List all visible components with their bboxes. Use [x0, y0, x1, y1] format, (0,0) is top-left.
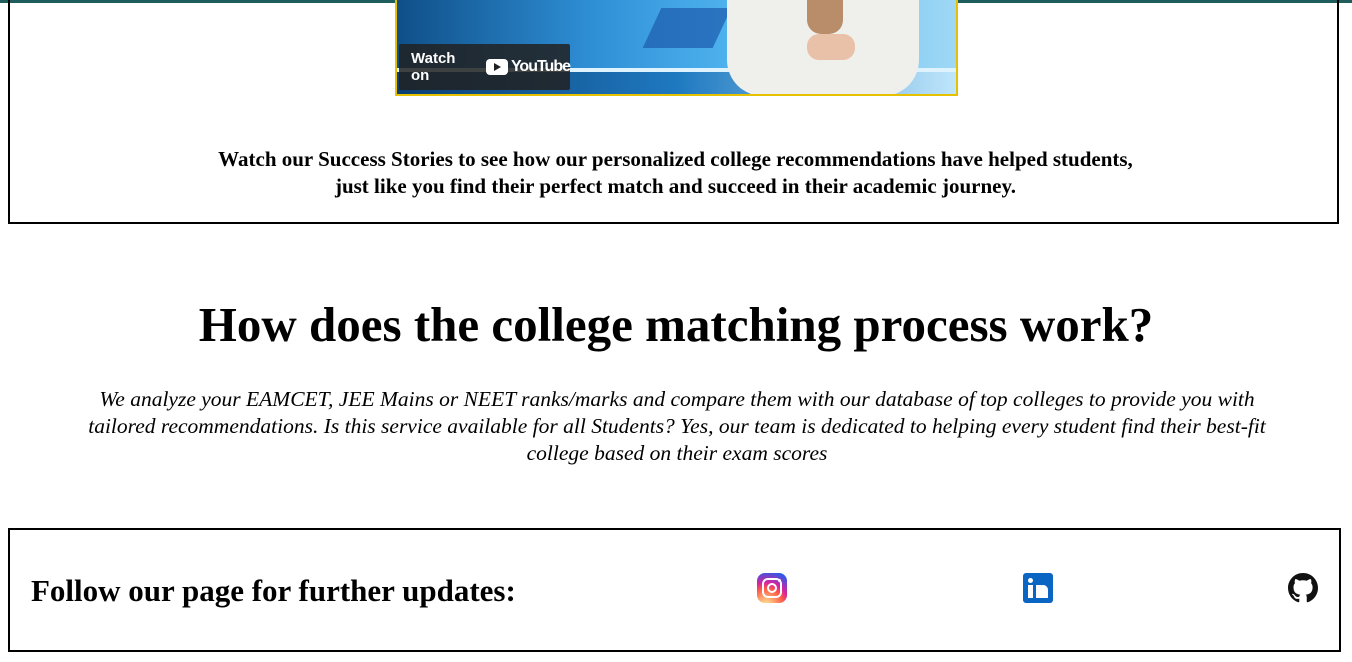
- caption-line-2: just like you find their perfect match a…: [334, 174, 1017, 198]
- linkedin-icon-n-right: [1043, 590, 1048, 598]
- process-description: We analyze your EAMCET, JEE Mains or NEE…: [12, 386, 1342, 467]
- success-stories-section: Watch on YouTube Watch our Success Stori…: [8, 0, 1339, 224]
- github-icon: [1288, 573, 1320, 603]
- instagram-icon-lens: [767, 583, 777, 593]
- linkedin-link[interactable]: [1023, 573, 1055, 605]
- instagram-icon: [757, 573, 787, 603]
- video-background-shape: [642, 8, 732, 48]
- linkedin-icon-bar: [1028, 585, 1033, 598]
- youtube-wordmark: YouTube: [510, 58, 571, 75]
- description-line-2: tailored recommendations. Is this servic…: [88, 414, 1266, 438]
- video-presenter: [727, 0, 919, 94]
- success-stories-caption: Watch our Success Stories to see how our…: [10, 146, 1341, 200]
- youtube-logo: YouTube: [485, 58, 571, 76]
- youtube-play-icon: [485, 59, 508, 75]
- linkedin-icon-dot: [1028, 578, 1033, 583]
- watch-on-youtube-button[interactable]: Watch on YouTube: [399, 44, 571, 90]
- follow-title: Follow our page for further updates:: [31, 573, 516, 608]
- presenter-hair: [807, 0, 843, 34]
- presenter-hands: [807, 34, 855, 60]
- follow-section: Follow our page for further updates:: [8, 528, 1341, 652]
- github-icon-svg: [1288, 573, 1318, 603]
- caption-line-1: Watch our Success Stories to see how our…: [218, 147, 1133, 171]
- instagram-link[interactable]: [757, 573, 789, 605]
- process-heading: How does the college matching process wo…: [198, 297, 1154, 352]
- linkedin-icon: [1023, 573, 1053, 603]
- instagram-icon-dot: [778, 579, 781, 582]
- watch-on-label: Watch on: [411, 50, 456, 84]
- description-line-1: We analyze your EAMCET, JEE Mains or NEE…: [99, 387, 1255, 411]
- description-line-3: college based on their exam scores: [526, 441, 828, 465]
- youtube-video-embed[interactable]: Watch on YouTube: [395, 0, 958, 96]
- github-link[interactable]: [1288, 573, 1320, 605]
